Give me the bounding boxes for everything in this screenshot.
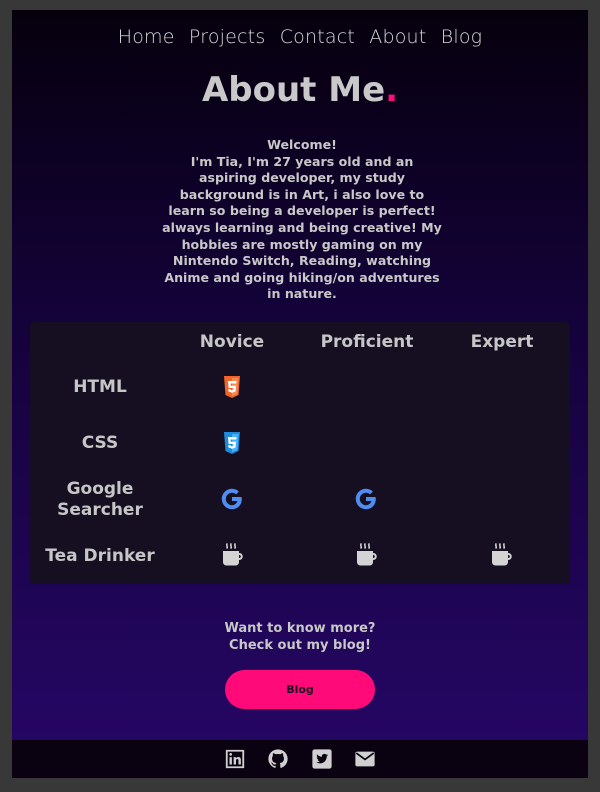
title-accent-dot: . (385, 70, 399, 110)
main-nav: Home Projects Contact About Blog (12, 26, 588, 48)
blog-cta-text: Want to know more? Check out my blog! (12, 621, 588, 654)
envelope-icon[interactable] (353, 748, 377, 770)
level-header-proficient: Proficient (320, 332, 414, 352)
cta-line-2: Check out my blog! (229, 637, 371, 653)
blog-button[interactable]: Blog (225, 670, 375, 709)
nav-link-home[interactable]: Home (118, 26, 175, 48)
level-header-novice: Novice (199, 332, 265, 352)
page-title-text: About Me (201, 70, 386, 110)
footer (12, 740, 588, 778)
intro-text: Welcome! I'm Tia, I'm 27 years old and a… (160, 137, 444, 303)
google-icon (221, 488, 242, 510)
css3-icon (224, 432, 240, 454)
page-title: About Me. (12, 70, 588, 110)
cta-line-1: Want to know more? (224, 621, 376, 636)
skill-label-google-searcher: Google Searcher (57, 479, 143, 520)
skill-label-tea-drinker: Tea Drinker (45, 546, 155, 566)
skill-label-html: HTML (73, 377, 127, 397)
twitter-icon[interactable] (310, 748, 334, 770)
mug-icon (357, 543, 377, 566)
linkedin-icon[interactable] (223, 748, 247, 770)
level-header-expert: Expert (470, 332, 534, 352)
google-icon (355, 488, 376, 510)
skill-label-css: CSS (81, 433, 119, 453)
intro-body: I'm Tia, I'm 27 years old and an aspirin… (162, 153, 442, 302)
mug-icon (492, 543, 512, 566)
nav-link-blog[interactable]: Blog (441, 26, 483, 48)
mug-icon (223, 543, 243, 566)
nav-link-projects[interactable]: Projects (189, 26, 266, 48)
intro-greeting: Welcome! (267, 137, 337, 152)
github-icon[interactable] (266, 748, 290, 770)
page: Home Projects Contact About Blog About M… (12, 10, 588, 778)
skills-table: Novice Proficient Expert HTML CSS Google… (30, 322, 570, 584)
nav-link-about[interactable]: About (369, 26, 426, 48)
nav-link-contact[interactable]: Contact (280, 26, 355, 48)
html5-icon (224, 376, 240, 398)
